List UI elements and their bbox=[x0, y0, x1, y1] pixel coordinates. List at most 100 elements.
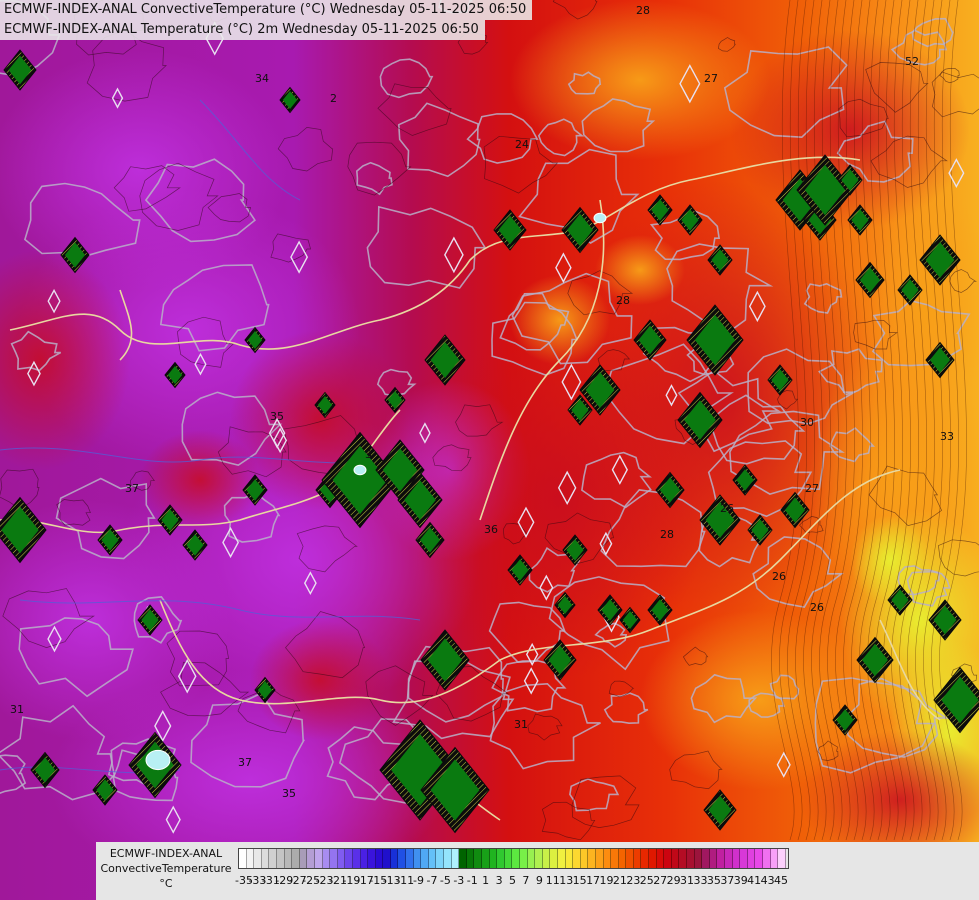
legend-tick-label: 21 bbox=[612, 874, 627, 887]
legend-swatch bbox=[276, 849, 285, 868]
legend-swatch bbox=[368, 849, 376, 868]
legend-swatch bbox=[762, 849, 771, 868]
legend-swatch bbox=[421, 849, 429, 868]
legend-tick-label: -3 bbox=[453, 874, 465, 887]
legend-tick-label: 29 bbox=[666, 874, 681, 887]
legend-ticks: -35 -33 -31 -29 -27 -25 -23 -21 -19 -17 -15 -13 -11-… bbox=[235, 874, 978, 890]
legend-swatch bbox=[649, 849, 657, 868]
legend-tick-label: 7 bbox=[522, 874, 530, 887]
legend-swatch bbox=[406, 849, 414, 868]
legend-swatch bbox=[444, 849, 452, 868]
legend-swatch bbox=[611, 849, 619, 868]
cold-core bbox=[145, 749, 171, 771]
legend-label-line-3: °C bbox=[159, 877, 173, 890]
legend-swatch bbox=[633, 849, 642, 868]
legend-swatch bbox=[413, 849, 422, 868]
legend-swatch bbox=[573, 849, 581, 868]
contour-value-label: 31 bbox=[10, 703, 24, 716]
temperature-map[interactable]: 3422827522824352830337263631372631263327… bbox=[0, 0, 979, 900]
legend-swatch bbox=[626, 849, 634, 868]
map-title-convective: ECMWF-INDEX-ANAL ConvectiveTemperature (… bbox=[0, 0, 533, 20]
contour-value-label: 35 bbox=[270, 410, 284, 423]
legend-swatch bbox=[497, 849, 505, 868]
legend-tick-label: -1 bbox=[466, 874, 478, 887]
legend-tick-label: 15 bbox=[572, 874, 587, 887]
legend-swatch bbox=[512, 849, 520, 868]
legend-tick-label: -11 bbox=[396, 874, 415, 887]
legend-swatch bbox=[519, 849, 528, 868]
legend-tick-label: 41 bbox=[747, 874, 762, 887]
legend-tick-label: 13 bbox=[559, 874, 574, 887]
legend-tick-label: 37 bbox=[720, 874, 735, 887]
legend-swatch bbox=[687, 849, 695, 868]
contour-value-label: 26 bbox=[810, 601, 824, 614]
legend-swatch bbox=[755, 849, 763, 868]
legend-tick-label: 19 bbox=[599, 874, 614, 887]
legend-swatch bbox=[239, 849, 247, 868]
legend-tick-label: 31 bbox=[680, 874, 695, 887]
legend-swatch bbox=[557, 849, 566, 868]
cold-core bbox=[593, 212, 607, 224]
legend-swatch bbox=[360, 849, 369, 868]
contour-value-label: 36 bbox=[484, 523, 498, 536]
contour-value-label: 27 bbox=[704, 72, 718, 85]
legend-tick-label: -7 bbox=[426, 874, 438, 887]
legend-swatch bbox=[664, 849, 672, 868]
legend-tick-label: 11 bbox=[545, 874, 560, 887]
legend-swatch bbox=[717, 849, 725, 868]
legend-swatch bbox=[345, 849, 353, 868]
legend-tick-label: -9 bbox=[413, 874, 425, 887]
legend-swatch bbox=[550, 849, 558, 868]
legend-tick-label: 1 bbox=[482, 874, 490, 887]
contour-value-label: 37 bbox=[238, 756, 252, 769]
legend-swatch bbox=[330, 849, 338, 868]
legend-swatch bbox=[466, 849, 475, 868]
contour-value-label: 2 bbox=[330, 92, 337, 105]
legend-swatch bbox=[269, 849, 277, 868]
legend-swatch bbox=[595, 849, 604, 868]
legend-tick-label: -5 bbox=[439, 874, 451, 887]
legend-swatch bbox=[459, 849, 467, 868]
legend-swatch bbox=[747, 849, 756, 868]
legend-swatch bbox=[527, 849, 536, 868]
contour-value-label: 28 bbox=[636, 4, 650, 17]
legend-label-line-1: ECMWF-INDEX-ANAL bbox=[109, 847, 223, 860]
legend-tick-label: 25 bbox=[639, 874, 654, 887]
legend-swatch bbox=[725, 849, 733, 868]
shading-blob bbox=[510, 0, 770, 160]
contour-value-label: 28 bbox=[660, 528, 674, 541]
legend-tick-label: 35 bbox=[706, 874, 721, 887]
legend-swatch bbox=[580, 849, 589, 868]
legend-swatch bbox=[565, 849, 574, 868]
contour-value-label: 52 bbox=[905, 55, 919, 68]
contour-value-label: 34 bbox=[255, 72, 269, 85]
legend-tick-label: 23 bbox=[626, 874, 641, 887]
legend-swatch bbox=[284, 849, 293, 868]
legend-swatch bbox=[641, 849, 650, 868]
legend-swatch bbox=[504, 849, 513, 868]
legend-tick-label: 33 bbox=[693, 874, 708, 887]
contour-value-label: 31 bbox=[514, 718, 528, 731]
contour-value-label: 33 bbox=[940, 430, 954, 443]
legend-swatch bbox=[702, 849, 710, 868]
legend-swatch bbox=[398, 849, 407, 868]
contour-value-label: 28 bbox=[616, 294, 630, 307]
legend-tick-label: 5 bbox=[509, 874, 516, 887]
legend-swatch bbox=[246, 849, 255, 868]
legend-tick-label: 39 bbox=[733, 874, 748, 887]
legend-swatch bbox=[618, 849, 627, 868]
legend-label-line-2: ConvectiveTemperature bbox=[100, 862, 232, 875]
cold-core bbox=[353, 464, 367, 476]
legend-swatch bbox=[337, 849, 346, 868]
legend-swatch bbox=[254, 849, 262, 868]
shading-blob bbox=[140, 430, 260, 530]
contour-value-label: 37 bbox=[125, 482, 139, 495]
legend-swatch bbox=[671, 849, 680, 868]
legend-swatch bbox=[482, 849, 490, 868]
contour-value-label: 30 bbox=[800, 416, 814, 429]
map-viewer: 34 2 28 27 52 28 24 35 28 30 3 37 26 36 31 37 26 31 26 33 27… bbox=[0, 0, 979, 900]
legend-tick-label: 9 bbox=[535, 874, 543, 887]
legend-swatch bbox=[307, 849, 315, 868]
legend-swatch bbox=[542, 849, 551, 868]
legend-swatches bbox=[238, 848, 790, 869]
